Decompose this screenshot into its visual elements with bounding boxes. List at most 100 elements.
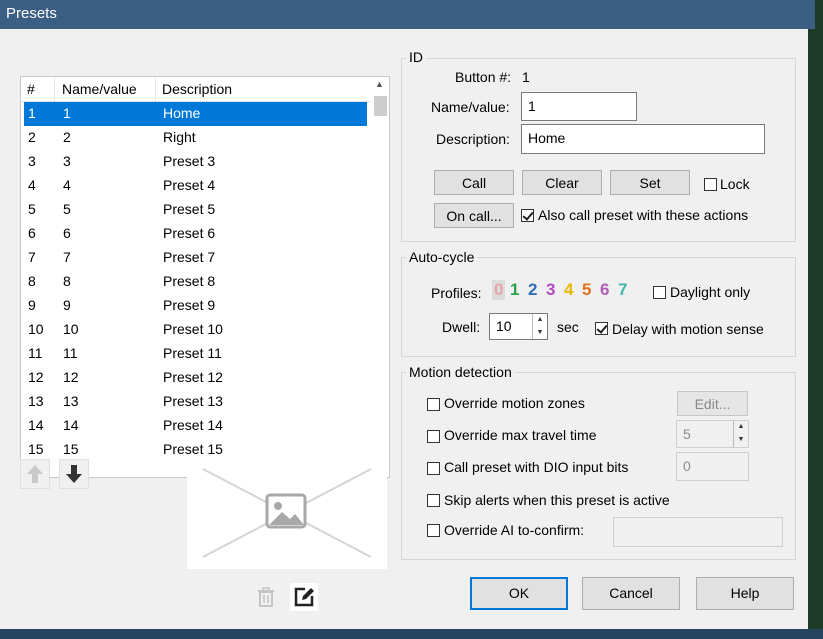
window-title: Presets [6,5,57,22]
dio-input[interactable]: 0 [676,452,749,481]
trash-icon [258,587,274,607]
set-button[interactable]: Set [610,170,690,195]
table-row[interactable]: 6 6 Preset 6 [24,222,367,246]
row-description: Home [163,105,201,121]
dio-label: Call preset with DIO input bits [444,459,629,475]
table-row[interactable]: 12 12 Preset 12 [24,366,367,390]
also-call-checkbox[interactable] [521,209,534,222]
table-row[interactable]: 9 9 Preset 9 [24,294,367,318]
help-button[interactable]: Help [696,577,794,610]
row-name: 6 [63,225,71,241]
profile-selector[interactable]: 01234567 [492,280,637,302]
row-name: 9 [63,297,71,313]
edit-button[interactable] [290,583,318,611]
profile-2[interactable]: 2 [528,280,537,300]
spin-down-icon[interactable]: ▼ [533,327,547,340]
travel-time-value: 5 [683,426,691,442]
table-row[interactable]: 4 4 Preset 4 [24,174,367,198]
row-description: Preset 6 [163,225,216,241]
row-description: Preset 11 [163,345,222,361]
description-input[interactable]: Home [521,124,765,154]
row-description: Right [163,129,196,145]
dwell-input[interactable]: 10 ▲ ▼ [489,313,548,340]
ai-confirm-input[interactable] [613,517,783,547]
row-description: Preset 8 [163,273,216,289]
profile-5[interactable]: 5 [582,280,591,300]
row-name: 8 [63,273,71,289]
description-label: Description: [436,131,510,147]
delay-label: Delay with motion sense [612,321,764,337]
edit-zones-button[interactable]: Edit... [677,391,748,416]
row-name: 15 [63,441,79,457]
table-row[interactable]: 8 8 Preset 8 [24,270,367,294]
row-description: Preset 10 [163,321,223,337]
row-description: Preset 3 [163,153,216,169]
row-description: Preset 14 [163,417,223,433]
row-number: 12 [28,369,44,385]
presets-dialog: # Name/value Description 1 1 Home 2 2 Right 3 3… [0,29,808,629]
row-name: 13 [63,393,79,409]
row-number: 11 [28,345,43,361]
move-down-button[interactable] [59,459,89,489]
id-group-label: ID [406,49,426,65]
spin-up-icon[interactable]: ▲ [533,314,547,327]
skip-alerts-checkbox[interactable] [427,494,440,507]
move-up-button[interactable] [20,459,50,489]
row-number: 3 [28,153,36,169]
skip-alerts-label: Skip alerts when this preset is active [444,492,670,508]
cancel-button[interactable]: Cancel [582,577,680,610]
dwell-spinner[interactable]: ▲ ▼ [532,314,547,339]
table-row[interactable]: 2 2 Right [24,126,367,150]
table-row[interactable]: 13 13 Preset 13 [24,390,367,414]
delete-button[interactable] [252,583,280,611]
row-number: 8 [28,273,36,289]
row-description: Preset 5 [163,201,216,217]
row-name: 3 [63,153,71,169]
table-row[interactable]: 14 14 Preset 14 [24,414,367,438]
scroll-thumb[interactable] [374,96,387,116]
name-value-input[interactable]: 1 [521,92,637,121]
table-row[interactable]: 5 5 Preset 5 [24,198,367,222]
preset-list[interactable]: # Name/value Description 1 1 Home 2 2 Right 3 3… [20,76,390,478]
col-desc-header[interactable]: Description [162,81,232,97]
profiles-label: Profiles: [431,285,482,301]
row-description: Preset 13 [163,393,223,409]
scroll-up-icon[interactable]: ▲ [375,79,384,89]
image-placeholder-icon [202,468,372,558]
daylight-checkbox[interactable] [653,286,666,299]
lock-checkbox[interactable] [704,178,717,191]
profile-3[interactable]: 3 [546,280,555,300]
ok-button[interactable]: OK [470,577,568,610]
table-row[interactable]: 7 7 Preset 7 [24,246,367,270]
row-description: Preset 7 [163,249,216,265]
col-name-header[interactable]: Name/value [62,81,137,97]
table-row[interactable]: 1 1 Home [24,102,367,126]
profile-4[interactable]: 4 [564,280,573,300]
clear-button[interactable]: Clear [522,170,602,195]
row-description: Preset 9 [163,297,216,313]
col-num-header[interactable]: # [27,81,35,97]
delay-checkbox[interactable] [595,322,608,335]
table-row[interactable]: 10 10 Preset 10 [24,318,367,342]
title-bar: Presets [0,0,815,29]
list-scrollbar[interactable]: ▲ [372,77,389,477]
table-row[interactable]: 3 3 Preset 3 [24,150,367,174]
row-number: 6 [28,225,36,241]
on-call-button[interactable]: On call... [434,203,514,228]
override-zones-checkbox[interactable] [427,398,440,411]
row-number: 14 [28,417,44,433]
profile-1[interactable]: 1 [510,280,519,300]
profile-0[interactable]: 0 [492,280,506,300]
travel-time-input[interactable]: 5 ▲ ▼ [676,420,749,448]
dio-checkbox[interactable] [427,462,440,475]
call-button[interactable]: Call [434,170,514,195]
profile-6[interactable]: 6 [600,280,609,300]
arrow-down-icon [66,465,82,483]
profile-7[interactable]: 7 [618,280,627,300]
lock-label: Lock [720,176,750,192]
row-number: 15 [28,441,44,457]
override-ai-checkbox[interactable] [427,524,440,537]
travel-spinner[interactable]: ▲ ▼ [733,421,748,447]
table-row[interactable]: 11 11 Preset 11 [24,342,367,366]
override-travel-checkbox[interactable] [427,430,440,443]
